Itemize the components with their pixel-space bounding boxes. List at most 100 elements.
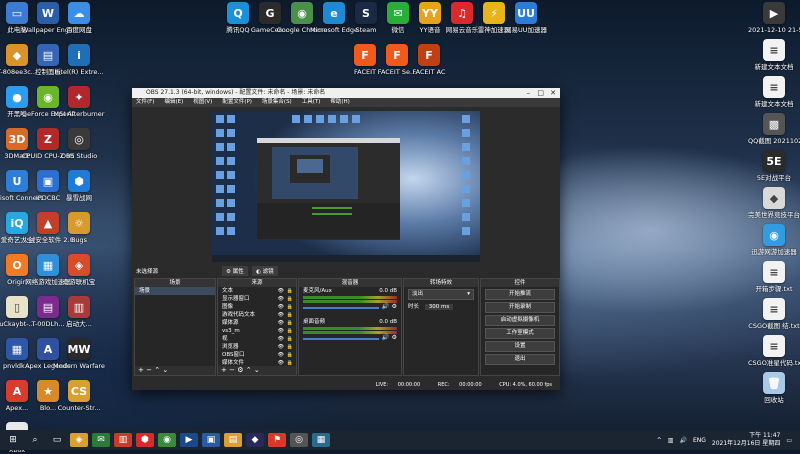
close-icon[interactable]: ✕ bbox=[550, 88, 556, 98]
source-item[interactable]: 游戏代码文本 👁 🔒 bbox=[218, 311, 296, 319]
control-button[interactable]: 退出 bbox=[485, 354, 555, 365]
control-button[interactable]: 启动虚拟摄像机 bbox=[485, 315, 555, 326]
control-button[interactable]: 工作室模式 bbox=[485, 328, 555, 339]
desktop-icon[interactable]: MW Modern Warfare... bbox=[53, 338, 105, 370]
source-item[interactable]: 图像 👁 🔒 bbox=[218, 303, 296, 311]
lock-icon[interactable]: 🔒 bbox=[287, 295, 293, 303]
taskbar-app-icon[interactable]: ▣ bbox=[202, 433, 220, 447]
duration-input[interactable]: 300 ms bbox=[424, 304, 454, 310]
lock-icon[interactable]: 🔒 bbox=[287, 311, 293, 319]
menu-item[interactable]: 视图(V) bbox=[193, 99, 212, 105]
channel-settings-icon[interactable]: ⚙ bbox=[392, 334, 397, 341]
menu-item[interactable]: 文件(F) bbox=[136, 99, 154, 105]
desktop-icon[interactable]: ✦ MSI Afterburner bbox=[53, 86, 105, 118]
desktop-icon[interactable]: F FACEIT AC bbox=[403, 44, 455, 76]
visibility-icon[interactable]: 👁 bbox=[278, 343, 284, 351]
desktop-icon[interactable]: ≡ CSGO准星代码.txt bbox=[748, 335, 800, 367]
desktop-icon[interactable]: CS Counter-Str... bbox=[53, 380, 105, 412]
source-item[interactable]: 浏览器 👁 🔒 bbox=[218, 343, 296, 351]
remove-source-icon[interactable]: − bbox=[229, 366, 235, 374]
obs-titlebar[interactable]: OBS 27.1.3 (64-bit, windows) - 配置文件: 未命名… bbox=[132, 88, 560, 98]
start-icon[interactable]: ⊞ bbox=[4, 433, 22, 447]
visibility-icon[interactable]: 👁 bbox=[278, 319, 284, 327]
desktop-icon[interactable]: ◎ OBS Studio bbox=[53, 128, 105, 160]
task-view-icon[interactable]: ▭ bbox=[48, 433, 66, 447]
lock-icon[interactable]: 🔒 bbox=[287, 303, 293, 311]
network-icon[interactable]: ▥ bbox=[668, 437, 674, 444]
volume-slider[interactable]: 🔊 ⚙ bbox=[303, 303, 397, 312]
lock-icon[interactable]: 🔒 bbox=[287, 343, 293, 351]
menu-item[interactable]: 工具(T) bbox=[302, 99, 321, 105]
desktop-icon[interactable]: 5E 5E对战平台 bbox=[748, 150, 800, 182]
desktop-icon[interactable]: ≡ 开箱步骤.txt bbox=[748, 261, 800, 293]
move-up-icon[interactable]: ⌃ bbox=[154, 366, 160, 374]
channel-settings-icon[interactable]: ⚙ bbox=[392, 303, 397, 310]
desktop-icon[interactable]: ▥ 启动大... bbox=[53, 296, 105, 328]
desktop-icon[interactable]: ◉ 迅游网游加速器 bbox=[748, 224, 800, 256]
desktop-icon[interactable]: ⬢ 暴雪战网 bbox=[53, 170, 105, 202]
control-button[interactable]: 开始录制 bbox=[485, 302, 555, 313]
taskbar-app-icon[interactable]: ▤ bbox=[224, 433, 242, 447]
visibility-icon[interactable]: 👁 bbox=[278, 327, 284, 335]
visibility-icon[interactable]: 👁 bbox=[278, 287, 284, 295]
desktop-icon[interactable]: ≡ CSGO截图 结.txt bbox=[748, 298, 800, 330]
search-icon[interactable]: ⌕ bbox=[26, 433, 44, 447]
source-settings-icon[interactable]: ⚙ bbox=[237, 366, 243, 374]
taskbar-app-icon[interactable]: ◉ bbox=[158, 433, 176, 447]
add-source-icon[interactable]: + bbox=[221, 366, 227, 374]
desktop-icon[interactable]: ◆ 完美世界竞技平台 bbox=[748, 187, 800, 219]
source-item[interactable]: 视 👁 🔒 bbox=[218, 335, 296, 343]
source-item[interactable]: vs3_m 👁 🔒 bbox=[218, 327, 296, 335]
taskbar-app-icon[interactable]: ⚑ bbox=[268, 433, 286, 447]
taskbar-app-icon[interactable]: ⬢ bbox=[136, 433, 154, 447]
source-item[interactable]: OBS窗口 👁 🔒 bbox=[218, 351, 296, 359]
taskbar-app-icon[interactable]: ▥ bbox=[114, 433, 132, 447]
taskbar-app-icon[interactable]: ▶ bbox=[180, 433, 198, 447]
source-down-icon[interactable]: ⌄ bbox=[254, 366, 260, 374]
visibility-icon[interactable]: 👁 bbox=[278, 311, 284, 319]
source-up-icon[interactable]: ⌃ bbox=[246, 366, 252, 374]
minimize-icon[interactable]: – bbox=[527, 88, 531, 98]
taskbar-app-icon[interactable]: ◈ bbox=[70, 433, 88, 447]
chevron-up-icon[interactable]: ^ bbox=[657, 437, 662, 444]
properties-button[interactable]: ⚙ 属性 bbox=[222, 266, 248, 276]
add-scene-icon[interactable]: + bbox=[138, 366, 144, 374]
desktop-icon[interactable]: ▩ QQ截图 2021102... bbox=[748, 113, 800, 145]
notification-icon[interactable]: ▭ bbox=[786, 437, 792, 444]
obs-preview[interactable] bbox=[212, 111, 480, 262]
desktop-icon[interactable]: ☼ Bugs bbox=[53, 212, 105, 244]
lock-icon[interactable]: 🔒 bbox=[287, 335, 293, 343]
visibility-icon[interactable]: 👁 bbox=[278, 351, 284, 359]
visibility-icon[interactable]: 👁 bbox=[278, 335, 284, 343]
source-item[interactable]: 文本 👁 🔒 bbox=[218, 287, 296, 295]
volume-slider[interactable]: 🔊 ⚙ bbox=[303, 334, 397, 343]
scene-item[interactable]: 场景 bbox=[135, 287, 215, 295]
control-button[interactable]: 开始推流 bbox=[485, 289, 555, 300]
lock-icon[interactable]: 🔒 bbox=[287, 287, 293, 295]
menu-item[interactable]: 配置文件(P) bbox=[222, 99, 252, 105]
menu-item[interactable]: 帮助(H) bbox=[330, 99, 349, 105]
lock-icon[interactable]: 🔒 bbox=[287, 351, 293, 359]
desktop-icon[interactable]: UU 网易UU加速器 bbox=[500, 2, 552, 34]
mute-icon[interactable]: 🔊 bbox=[382, 334, 389, 341]
clock[interactable]: 下午 11:47 2021年12月16日 星期四 bbox=[712, 432, 780, 448]
volume-icon[interactable]: 🔊 bbox=[679, 437, 686, 444]
visibility-icon[interactable]: 👁 bbox=[278, 295, 284, 303]
menu-item[interactable]: 编辑(E) bbox=[164, 99, 183, 105]
control-button[interactable]: 设置 bbox=[485, 341, 555, 352]
taskbar-app-icon[interactable]: ✉ bbox=[92, 433, 110, 447]
move-down-icon[interactable]: ⌄ bbox=[162, 366, 168, 374]
desktop-icon[interactable]: ≡ 新建文本文档 bbox=[748, 39, 800, 71]
source-item[interactable]: 显示器窗口 👁 🔒 bbox=[218, 295, 296, 303]
lock-icon[interactable]: 🔒 bbox=[287, 319, 293, 327]
desktop-icon[interactable]: i Intel(R) Extre... bbox=[53, 44, 105, 76]
transition-select[interactable]: 淡出 ▾ bbox=[408, 289, 474, 300]
desktop-icon[interactable]: ☁ 百度网盘 bbox=[53, 2, 105, 34]
mute-icon[interactable]: 🔊 bbox=[382, 303, 389, 310]
desktop-icon[interactable]: ▶ 2021-12-10 21-52-17... bbox=[748, 2, 800, 34]
visibility-icon[interactable]: 👁 bbox=[278, 303, 284, 311]
taskbar-app-icon[interactable]: ▦ bbox=[312, 433, 330, 447]
obs-window[interactable]: OBS 27.1.3 (64-bit, windows) - 配置文件: 未命名… bbox=[132, 88, 560, 390]
desktop-icon[interactable]: ≡ 新建文本文档 bbox=[748, 76, 800, 108]
maximize-icon[interactable]: □ bbox=[537, 88, 544, 98]
